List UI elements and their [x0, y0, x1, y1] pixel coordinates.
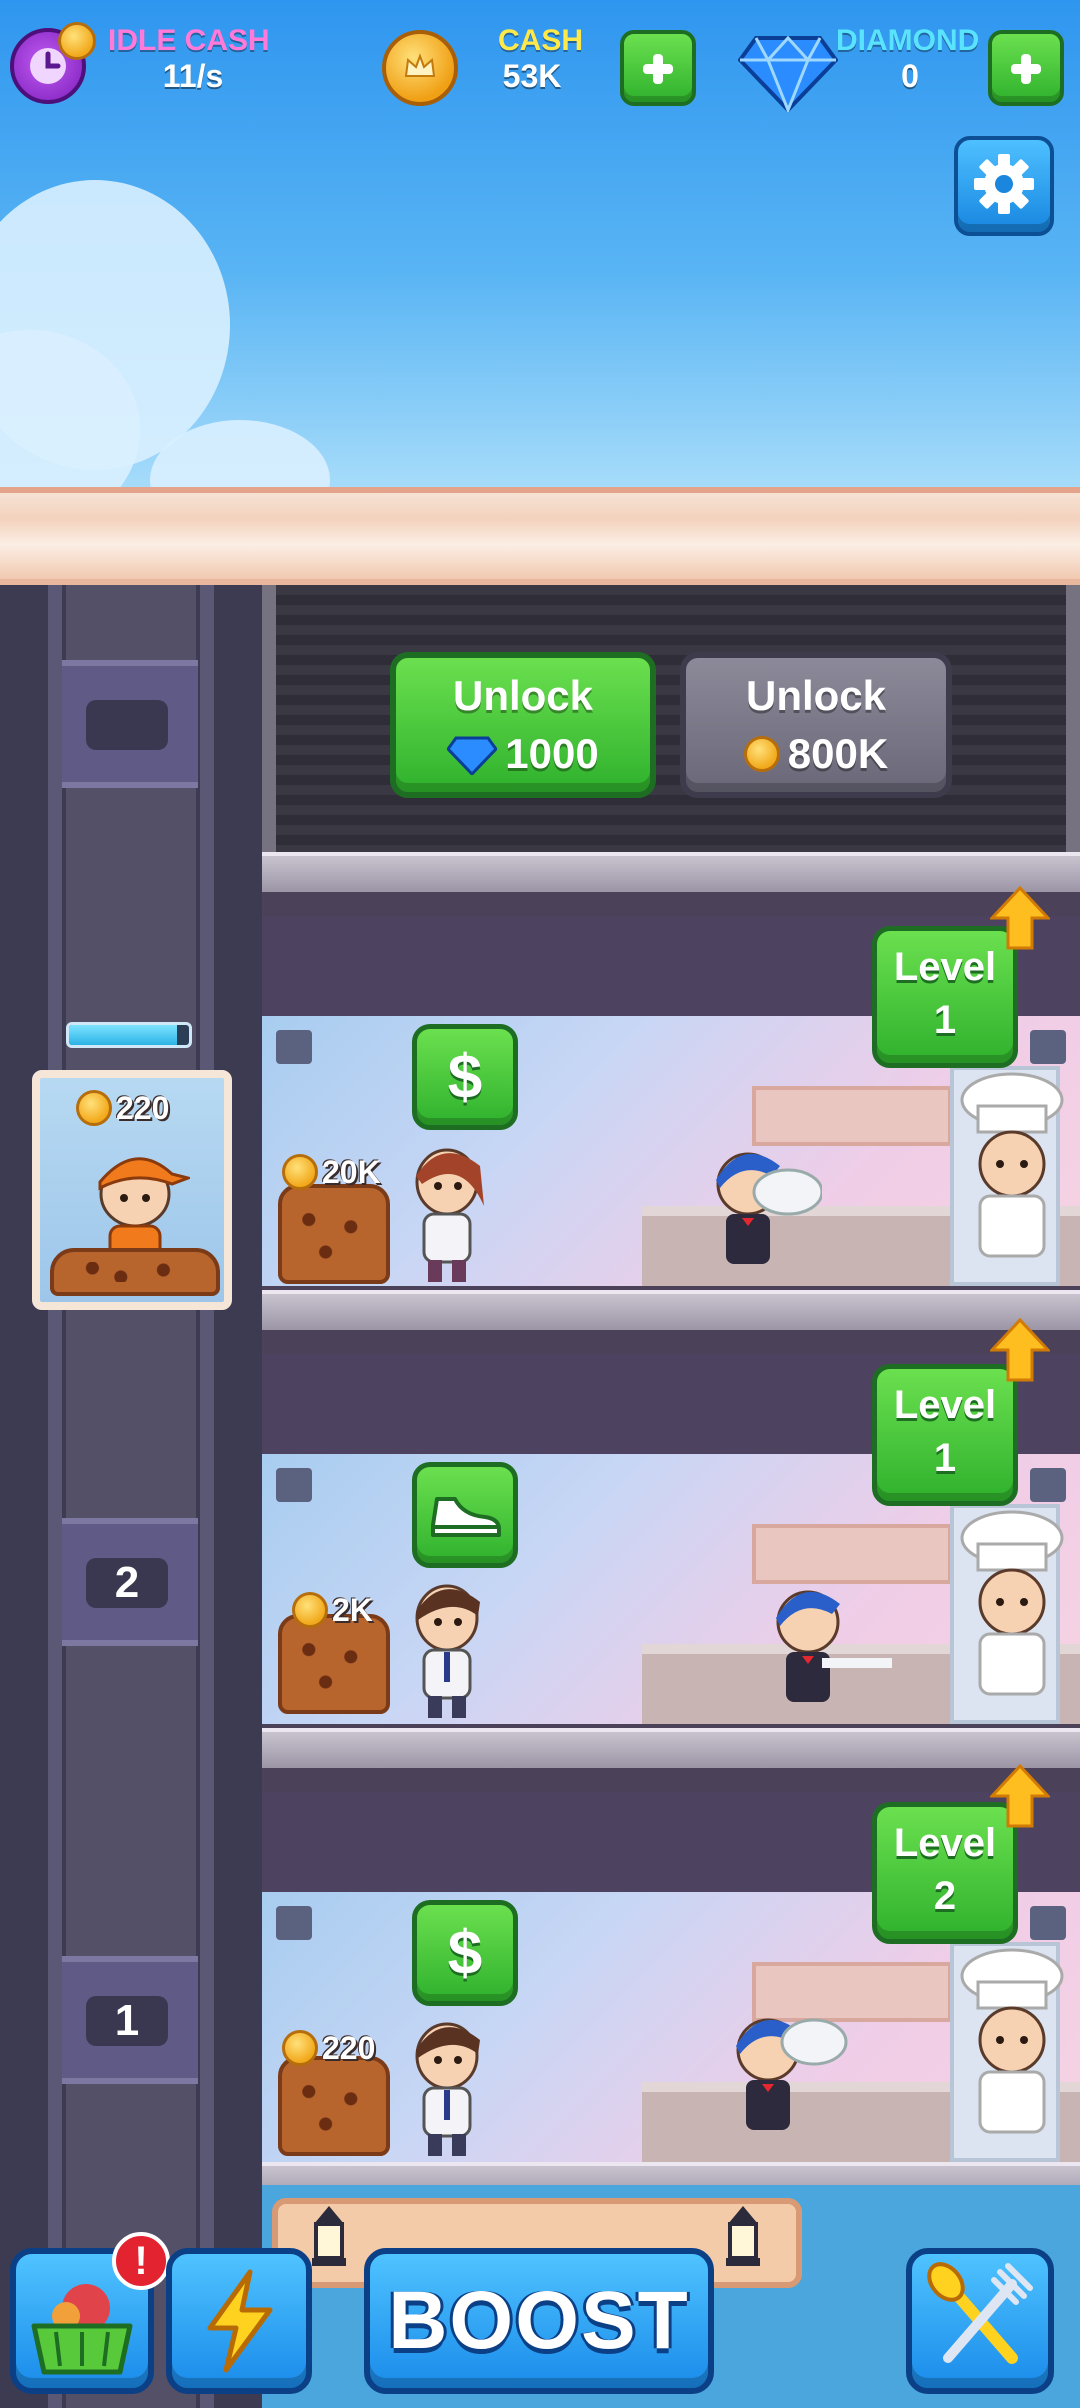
level-label: Level	[893, 945, 997, 989]
sneaker-icon	[431, 1497, 501, 1537]
idle-cash-value: 11/s	[162, 58, 224, 94]
diamond-icon	[447, 736, 498, 775]
dollar-icon: $	[447, 1918, 483, 1988]
elevator-progress-bar	[66, 1022, 192, 1048]
unlock-cash-price: 800K	[787, 730, 889, 777]
elevator-door-floor-1: 1	[62, 1956, 198, 2084]
add-diamond-button[interactable]	[988, 30, 1064, 106]
add-cash-button[interactable]	[620, 30, 696, 106]
diamond-value: 0	[901, 58, 919, 94]
vent-icon	[1030, 1468, 1066, 1502]
level-value: 1	[933, 998, 957, 1042]
floor-2-level-button[interactable]: Level 1	[872, 1364, 1018, 1506]
locked-floor	[262, 585, 1080, 870]
elevator-door-locked	[62, 660, 198, 788]
building-roof	[0, 487, 1080, 585]
crown-coin-icon	[382, 30, 458, 106]
gear-icon	[974, 154, 1034, 214]
vent-icon	[276, 1468, 312, 1502]
unlock-with-cash-button[interactable]: Unlock 800K	[680, 652, 952, 798]
floor-3-stock-value: 20K	[322, 1153, 381, 1190]
chef-character	[952, 1072, 1072, 1272]
coin-icon	[76, 1090, 112, 1126]
diamond-icon	[737, 28, 839, 115]
waiter-character	[702, 1136, 824, 1286]
shaft-rail	[200, 585, 214, 2408]
cash-value: 53K	[502, 58, 562, 94]
manager-character	[402, 1572, 492, 1722]
vent-icon	[276, 1906, 312, 1940]
shaft-rail	[48, 585, 62, 2408]
unlock-diamond-price-row: 1000	[396, 730, 650, 778]
floor-3-stock: 20K	[282, 1152, 381, 1192]
elevator-door-floor-2: 2	[62, 1518, 198, 1646]
unlock-diamond-label: Unlock	[452, 672, 594, 719]
door-sign-empty	[86, 700, 168, 750]
manager-character	[402, 1136, 492, 1286]
lightning-button[interactable]	[166, 2248, 312, 2394]
idle-cash-display[interactable]: IDLE CASH 11/s	[8, 22, 278, 112]
unlock-diamond-price: 1000	[505, 730, 599, 777]
floor-1-manager-button[interactable]: $	[412, 1900, 518, 2006]
door-sign-1: 1	[86, 1996, 168, 2046]
manager-character	[402, 2010, 492, 2160]
waiter-character	[762, 1574, 892, 1724]
chef-character	[952, 1948, 1072, 2148]
floor-2-stock-value: 2K	[332, 1591, 373, 1628]
diamond-display[interactable]: DIAMOND 0	[737, 22, 1078, 115]
idle-cash-label: IDLE CASH	[108, 24, 270, 57]
floor-3-manager-button[interactable]: $	[412, 1024, 518, 1130]
level-value: 2	[933, 1874, 957, 1918]
upgrade-arrow-icon	[988, 1317, 1052, 1382]
unlock-cash-label: Unlock	[745, 672, 887, 719]
coin-icon	[282, 2030, 318, 2066]
elevator-load: 220	[76, 1088, 169, 1128]
floor-1-stock: 220	[282, 2028, 375, 2068]
level-label: Level	[893, 1383, 997, 1427]
chef-character	[952, 1510, 1072, 1710]
unlock-cash-price-row: 800K	[686, 730, 946, 778]
coin-icon	[743, 736, 780, 772]
elevator-cookie-pile	[50, 1248, 220, 1296]
coin-icon	[292, 1592, 328, 1628]
cash-display[interactable]: CASH 53K	[380, 22, 700, 112]
waiter-character	[722, 1996, 852, 2156]
upgrade-arrow-icon	[988, 1763, 1052, 1828]
lightning-icon	[207, 2269, 273, 2373]
floor-slab	[262, 852, 1080, 892]
shaft-inner	[66, 585, 196, 2408]
floor-2-manager-button[interactable]	[412, 1462, 518, 1568]
boost-button[interactable]: BOOST	[364, 2248, 714, 2394]
floor-cookie-pile	[278, 1184, 390, 1284]
vent-icon	[1030, 1906, 1066, 1940]
coin-icon	[282, 1154, 318, 1190]
vent-icon	[1030, 1030, 1066, 1064]
floor-slab	[262, 1290, 1080, 1330]
dollar-icon: $	[447, 1042, 483, 1112]
vent-icon	[276, 1030, 312, 1064]
floor-cookie-pile	[278, 2056, 390, 2156]
elevator-load-value: 220	[116, 1089, 170, 1126]
fork-spoon-icon	[927, 2262, 1033, 2364]
floor-2-stock: 2K	[292, 1590, 373, 1630]
elevator-cabin[interactable]: 220	[32, 1070, 232, 1310]
upgrade-arrow-icon	[988, 885, 1052, 950]
level-value: 1	[933, 1436, 957, 1480]
lamp-icon	[714, 2200, 772, 2280]
unlock-with-diamond-button[interactable]: Unlock 1000	[390, 652, 656, 798]
kitchen-tools-button[interactable]	[906, 2248, 1054, 2394]
coin-icon	[58, 22, 96, 60]
boost-label: BOOST	[388, 2275, 690, 2366]
door-sign-2: 2	[86, 1558, 168, 1608]
elevator-progress-fill	[69, 1025, 177, 1045]
shop-notification-badge: !	[112, 2232, 170, 2290]
diamond-label: DIAMOND	[836, 24, 980, 57]
floor-1-stock-value: 220	[322, 2029, 376, 2066]
floor-slab	[262, 1728, 1080, 1768]
settings-button[interactable]	[954, 136, 1054, 236]
cash-label: CASH	[498, 24, 584, 57]
